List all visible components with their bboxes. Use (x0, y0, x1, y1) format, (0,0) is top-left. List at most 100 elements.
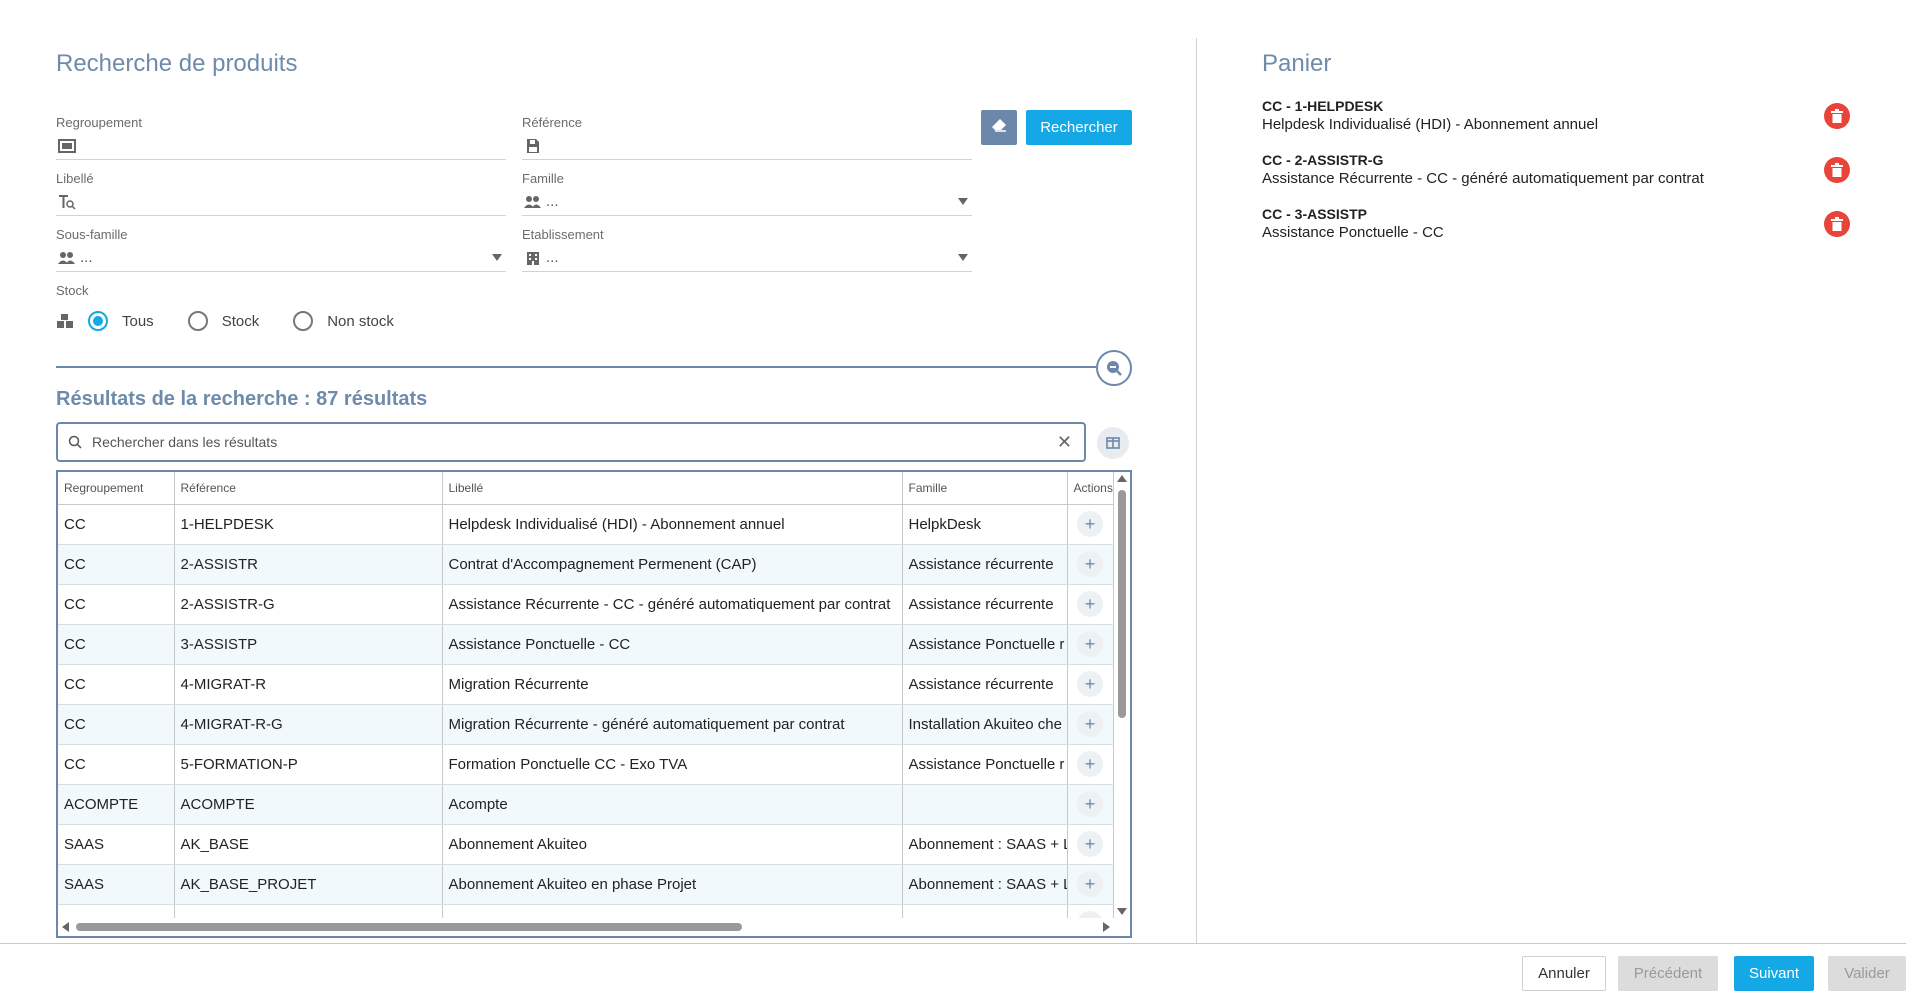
cart-item: CC - 1-HELPDESK Helpdesk Individualisé (… (1262, 98, 1862, 133)
previous-button[interactable]: Précédent (1618, 956, 1718, 991)
table-row[interactable]: CC 3-ASSISTP Assistance Ponctuelle - CC … (58, 624, 1114, 665)
cell-regroupement: CC (58, 624, 175, 665)
add-to-cart-button[interactable]: + (1077, 871, 1103, 897)
cell-reference: 5-FORMATION-P (174, 744, 443, 785)
scroll-up-icon[interactable] (1117, 475, 1127, 482)
column-header[interactable]: Référence (174, 472, 443, 505)
cell-regroupement: ACOMPTE (58, 784, 175, 825)
table-row[interactable]: ACOMPTE ACOMPTE Acompte + (58, 784, 1114, 825)
radio-unselected[interactable] (293, 311, 314, 331)
eraser-icon (991, 118, 1007, 137)
stock-option-stock[interactable]: Stock (187, 311, 259, 331)
cell-regroupement: CC (58, 704, 175, 745)
table-row[interactable]: SAAS AK_BASE_PROJET Abonnement Akuiteo e… (58, 864, 1114, 905)
collapse-search-button[interactable] (1096, 350, 1132, 386)
cart-item-label: Helpdesk Individualisé (HDI) - Abonnemen… (1262, 116, 1599, 133)
cart-title: Panier (1262, 50, 1332, 77)
table-row[interactable]: CC 5-FORMATION-P Formation Ponctuelle CC… (58, 744, 1114, 785)
cell-regroupement: CC (58, 664, 175, 705)
cell-famille: Abonnement : SAAS + L (902, 824, 1068, 865)
chevron-down-icon (958, 254, 968, 261)
trash-icon (1831, 217, 1843, 231)
scroll-right-icon[interactable] (1103, 922, 1110, 932)
radio-unselected[interactable] (187, 311, 208, 331)
scroll-thumb[interactable] (1118, 490, 1126, 718)
cell-actions: + (1067, 864, 1114, 905)
add-to-cart-button[interactable]: + (1077, 591, 1103, 617)
cell-libelle: Helpdesk Individualisé (HDI) - Abonnemen… (442, 504, 903, 545)
add-to-cart-button[interactable]: + (1077, 791, 1103, 817)
cell-famille: Assistance Ponctuelle r (902, 624, 1068, 665)
cell-reference: 1-HELPDESK (174, 504, 443, 545)
search-button[interactable]: Rechercher (1026, 110, 1132, 145)
vertical-scrollbar[interactable] (1114, 472, 1130, 918)
users-icon (58, 249, 76, 267)
add-to-cart-button[interactable]: + (1077, 711, 1103, 737)
cell-reference: 2-ASSISTR (174, 544, 443, 585)
reference-field[interactable] (522, 132, 972, 160)
table-row[interactable]: CC 1-HELPDESK Helpdesk Individualisé (HD… (58, 504, 1114, 545)
add-to-cart-button[interactable]: + (1077, 831, 1103, 857)
add-to-cart-button[interactable]: + (1077, 511, 1103, 537)
cell-regroupement: SAAS (58, 864, 175, 905)
results-table: Regroupement Référence Libellé Famille A… (56, 470, 1132, 938)
scroll-thumb[interactable] (76, 923, 742, 931)
cell-famille: Abonnement : SAAS + L (902, 864, 1068, 905)
famille-select[interactable]: ... (522, 188, 972, 216)
libelle-label: Libellé (56, 171, 94, 186)
table-row[interactable]: SAAS AK_BASE Abonnement Akuiteo Abonneme… (58, 824, 1114, 865)
column-header[interactable]: Libellé (442, 472, 903, 505)
cell-libelle: Assistance Ponctuelle - CC (442, 624, 903, 665)
regroupement-field[interactable] (56, 132, 506, 160)
stock-option-non-stock[interactable]: Non stock (293, 311, 394, 331)
scroll-left-icon[interactable] (62, 922, 69, 932)
horizontal-scrollbar[interactable] (58, 918, 1130, 936)
cell-reference: AK_BASE (174, 824, 443, 865)
cell-famille: Assistance récurrente (902, 544, 1068, 585)
boxes-icon (56, 313, 74, 329)
table-row[interactable]: CC 4-MIGRAT-R Migration Récurrente Assis… (58, 664, 1114, 705)
cell-libelle: Migration Récurrente (442, 664, 903, 705)
cell-actions: + (1067, 664, 1114, 705)
column-header[interactable]: Regroupement (58, 472, 175, 505)
add-to-cart-button[interactable]: + (1077, 671, 1103, 697)
results-filter-input[interactable]: Rechercher dans les résultats ✕ (56, 422, 1086, 462)
wizard-footer: Annuler Précédent Suivant Valider (0, 943, 1906, 1001)
columns-toggle-button[interactable] (1097, 427, 1129, 459)
add-to-cart-button[interactable]: + (1077, 631, 1103, 657)
delete-cart-item-button[interactable] (1824, 103, 1850, 129)
cell-actions: + (1067, 584, 1114, 625)
cancel-button[interactable]: Annuler (1522, 956, 1606, 991)
stock-option-label: Tous (122, 312, 154, 330)
scroll-down-icon[interactable] (1117, 908, 1127, 915)
cell-actions: + (1067, 784, 1114, 825)
cart-item-label: Assistance Ponctuelle - CC (1262, 224, 1444, 241)
delete-cart-item-button[interactable] (1824, 157, 1850, 183)
cell-famille: Assistance récurrente (902, 584, 1068, 625)
sous-famille-label: Sous-famille (56, 227, 128, 242)
famille-label: Famille (522, 171, 564, 186)
close-icon[interactable]: ✕ (1057, 432, 1072, 453)
clear-filters-button[interactable] (981, 110, 1017, 145)
stock-label: Stock (56, 283, 89, 298)
add-to-cart-button[interactable]: + (1077, 551, 1103, 577)
cell-regroupement: SAAS (58, 824, 175, 865)
next-button[interactable]: Suivant (1734, 956, 1814, 991)
radio-selected[interactable] (88, 311, 108, 331)
table-row[interactable]: CC 2-ASSISTR Contrat d'Accompagnement Pe… (58, 544, 1114, 585)
stock-option-tous[interactable]: Tous (88, 311, 154, 331)
cell-reference: ACOMPTE (174, 784, 443, 825)
libelle-field[interactable] (56, 188, 506, 216)
add-to-cart-button[interactable]: + (1077, 751, 1103, 777)
cart-item-code: CC - 3-ASSISTP (1262, 206, 1368, 222)
table-row[interactable]: CC 2-ASSISTR-G Assistance Récurrente - C… (58, 584, 1114, 625)
building-icon (524, 249, 542, 267)
etablissement-select[interactable]: ... (522, 244, 972, 272)
chevron-down-icon (958, 198, 968, 205)
validate-button[interactable]: Valider (1828, 956, 1906, 991)
table-row[interactable]: CC 4-MIGRAT-R-G Migration Récurrente - g… (58, 704, 1114, 745)
search-icon (68, 435, 82, 449)
column-header[interactable]: Famille (902, 472, 1068, 505)
sous-famille-select[interactable]: ... (56, 244, 506, 272)
delete-cart-item-button[interactable] (1824, 211, 1850, 237)
